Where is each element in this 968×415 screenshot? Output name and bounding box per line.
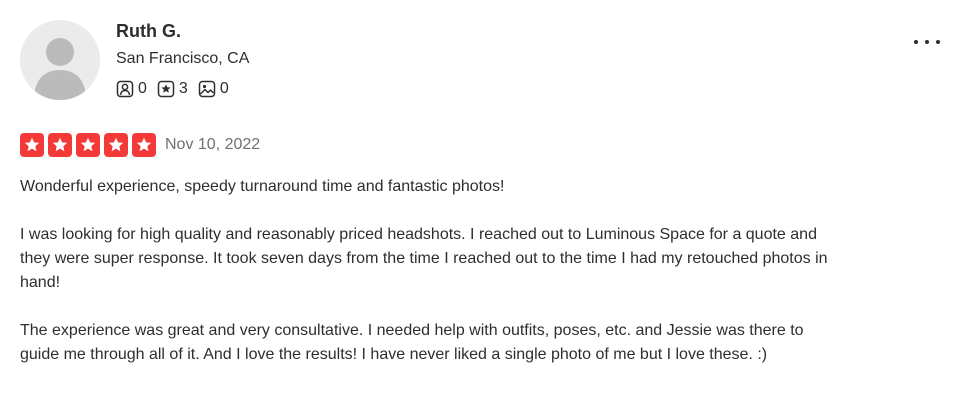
reviews-count-value: 3 bbox=[178, 80, 188, 97]
more-dot bbox=[914, 40, 918, 44]
more-dot bbox=[936, 40, 940, 44]
reviewer-location: San Francisco, CA bbox=[116, 50, 250, 67]
default-user-icon bbox=[34, 38, 86, 100]
review-date: Nov 10, 2022 bbox=[165, 136, 261, 153]
star-icon bbox=[108, 137, 124, 152]
friends-count-value: 0 bbox=[138, 80, 147, 97]
photos-count-value: 0 bbox=[219, 80, 229, 97]
star-icon bbox=[80, 137, 96, 152]
star-icon bbox=[52, 137, 68, 152]
reviews-star-icon bbox=[157, 80, 175, 98]
reviews-count: 3 bbox=[157, 79, 188, 99]
star-rating bbox=[20, 133, 160, 157]
friends-count: 0 bbox=[116, 79, 147, 99]
review-paragraph: The experience was great and very consul… bbox=[20, 322, 804, 363]
more-dot bbox=[925, 40, 929, 44]
rating-star bbox=[104, 133, 128, 157]
rating-star bbox=[20, 133, 44, 157]
friends-icon bbox=[116, 80, 134, 98]
star-icon bbox=[24, 137, 40, 152]
star-icon bbox=[136, 137, 152, 152]
review-paragraph: Wonderful experience, speedy turnaround … bbox=[20, 178, 505, 195]
rating-star bbox=[76, 133, 100, 157]
reviewer-stats: 0 3 0 bbox=[116, 79, 239, 99]
photos-count: 0 bbox=[198, 79, 229, 99]
rating-star bbox=[48, 133, 72, 157]
review-paragraph: I was looking for high quality and reaso… bbox=[20, 226, 828, 291]
review-text: Wonderful experience, speedy turnaround … bbox=[20, 175, 840, 391]
more-options-button[interactable] bbox=[914, 34, 940, 50]
reviewer-name[interactable]: Ruth G. bbox=[116, 20, 181, 42]
avatar[interactable] bbox=[20, 20, 100, 100]
photos-icon bbox=[198, 80, 216, 98]
rating-star bbox=[132, 133, 156, 157]
